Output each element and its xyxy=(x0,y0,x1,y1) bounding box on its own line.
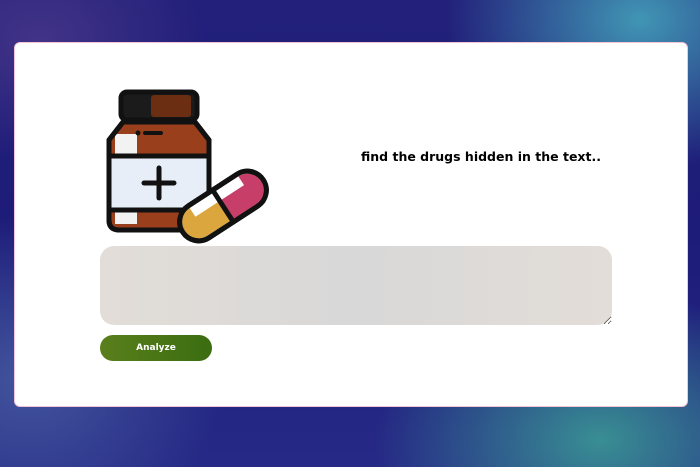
main-card: find the drugs hidden in the text.. Anal… xyxy=(14,42,688,407)
drug-text-input[interactable] xyxy=(100,246,612,325)
bottle-cap xyxy=(118,89,200,123)
medicine-illustration-icon xyxy=(105,88,275,248)
analyze-button[interactable]: Analyze xyxy=(100,335,212,361)
page-headline: find the drugs hidden in the text.. xyxy=(361,149,601,164)
